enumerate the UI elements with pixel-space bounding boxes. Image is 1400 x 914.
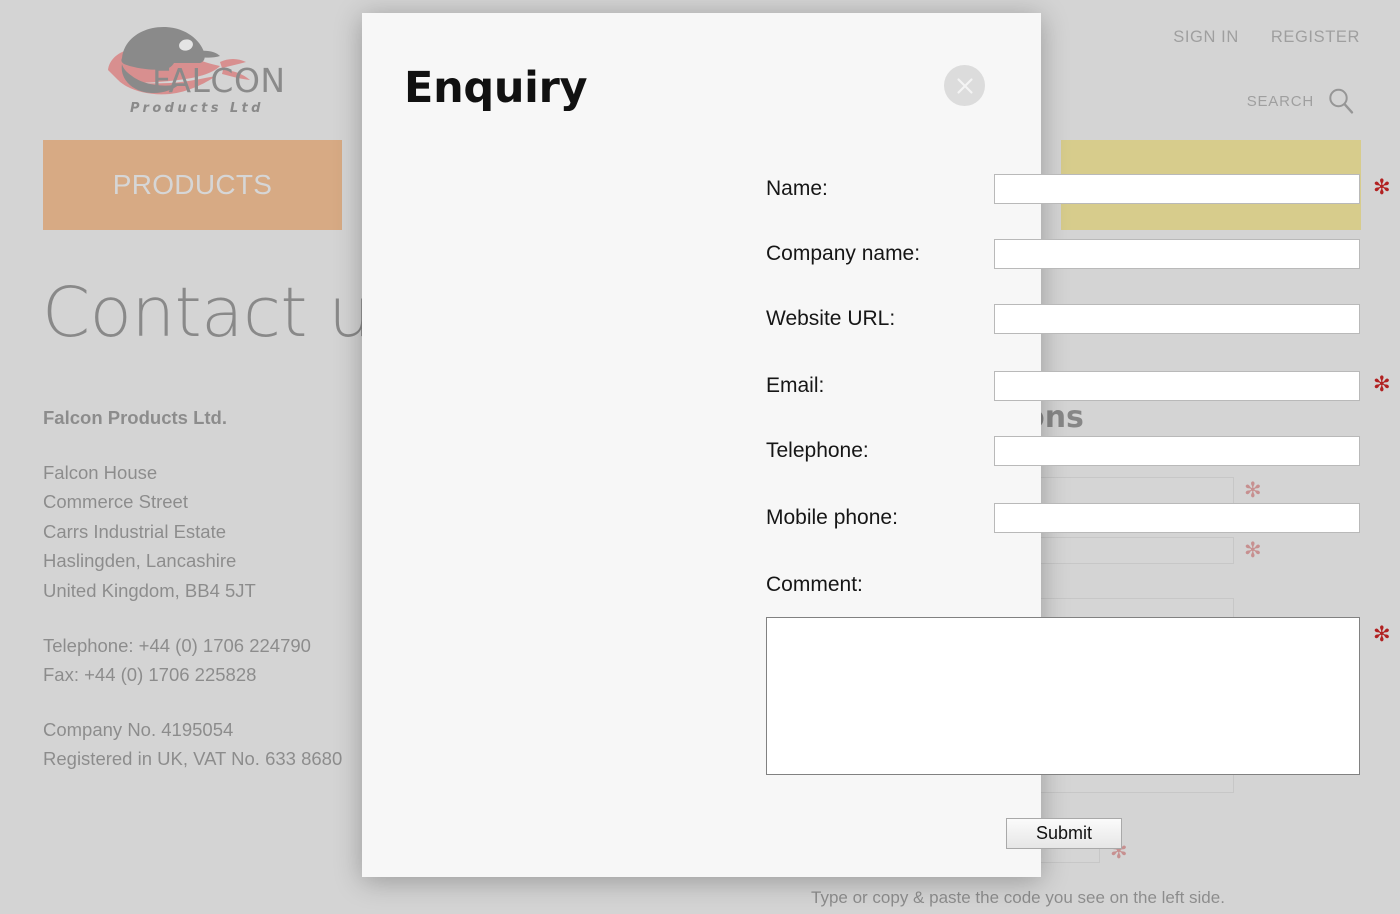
required-marker: ✻: [1373, 623, 1391, 645]
mobile-phone-label: Mobile phone:: [766, 503, 898, 533]
form-row-company-name: Company name:: [362, 239, 1041, 275]
name-field[interactable]: [994, 174, 1360, 204]
form-row-mobile-phone: Mobile phone:: [362, 503, 1041, 539]
website-url-field[interactable]: [994, 304, 1360, 334]
modal-title: Enquiry: [404, 63, 587, 113]
telephone-field[interactable]: [994, 436, 1360, 466]
email-field[interactable]: [994, 371, 1360, 401]
required-marker: ✻: [1373, 373, 1391, 395]
telephone-label: Telephone:: [766, 436, 869, 466]
email-label: Email:: [766, 371, 824, 401]
website-url-label: Website URL:: [766, 304, 895, 334]
required-marker: ✻: [1373, 176, 1391, 198]
company-name-label: Company name:: [766, 239, 920, 269]
company-name-field[interactable]: [994, 239, 1360, 269]
page-root: FALCON Products Ltd SIGN IN REGISTER SEA…: [0, 0, 1400, 914]
form-row-website-url: Website URL:: [362, 304, 1041, 340]
form-row-telephone: Telephone:: [362, 436, 1041, 472]
enquiry-modal: Enquiry Name: ✻ Company name: Website UR…: [362, 13, 1041, 877]
comment-label: Comment:: [766, 570, 863, 600]
mobile-phone-field[interactable]: [994, 503, 1360, 533]
form-row-email: Email: ✻: [362, 371, 1041, 407]
comment-field[interactable]: [766, 617, 1360, 775]
close-icon[interactable]: [944, 65, 985, 106]
form-row-name: Name: ✻: [362, 174, 1041, 210]
name-label: Name:: [766, 174, 828, 204]
submit-button[interactable]: Submit: [1006, 818, 1122, 849]
